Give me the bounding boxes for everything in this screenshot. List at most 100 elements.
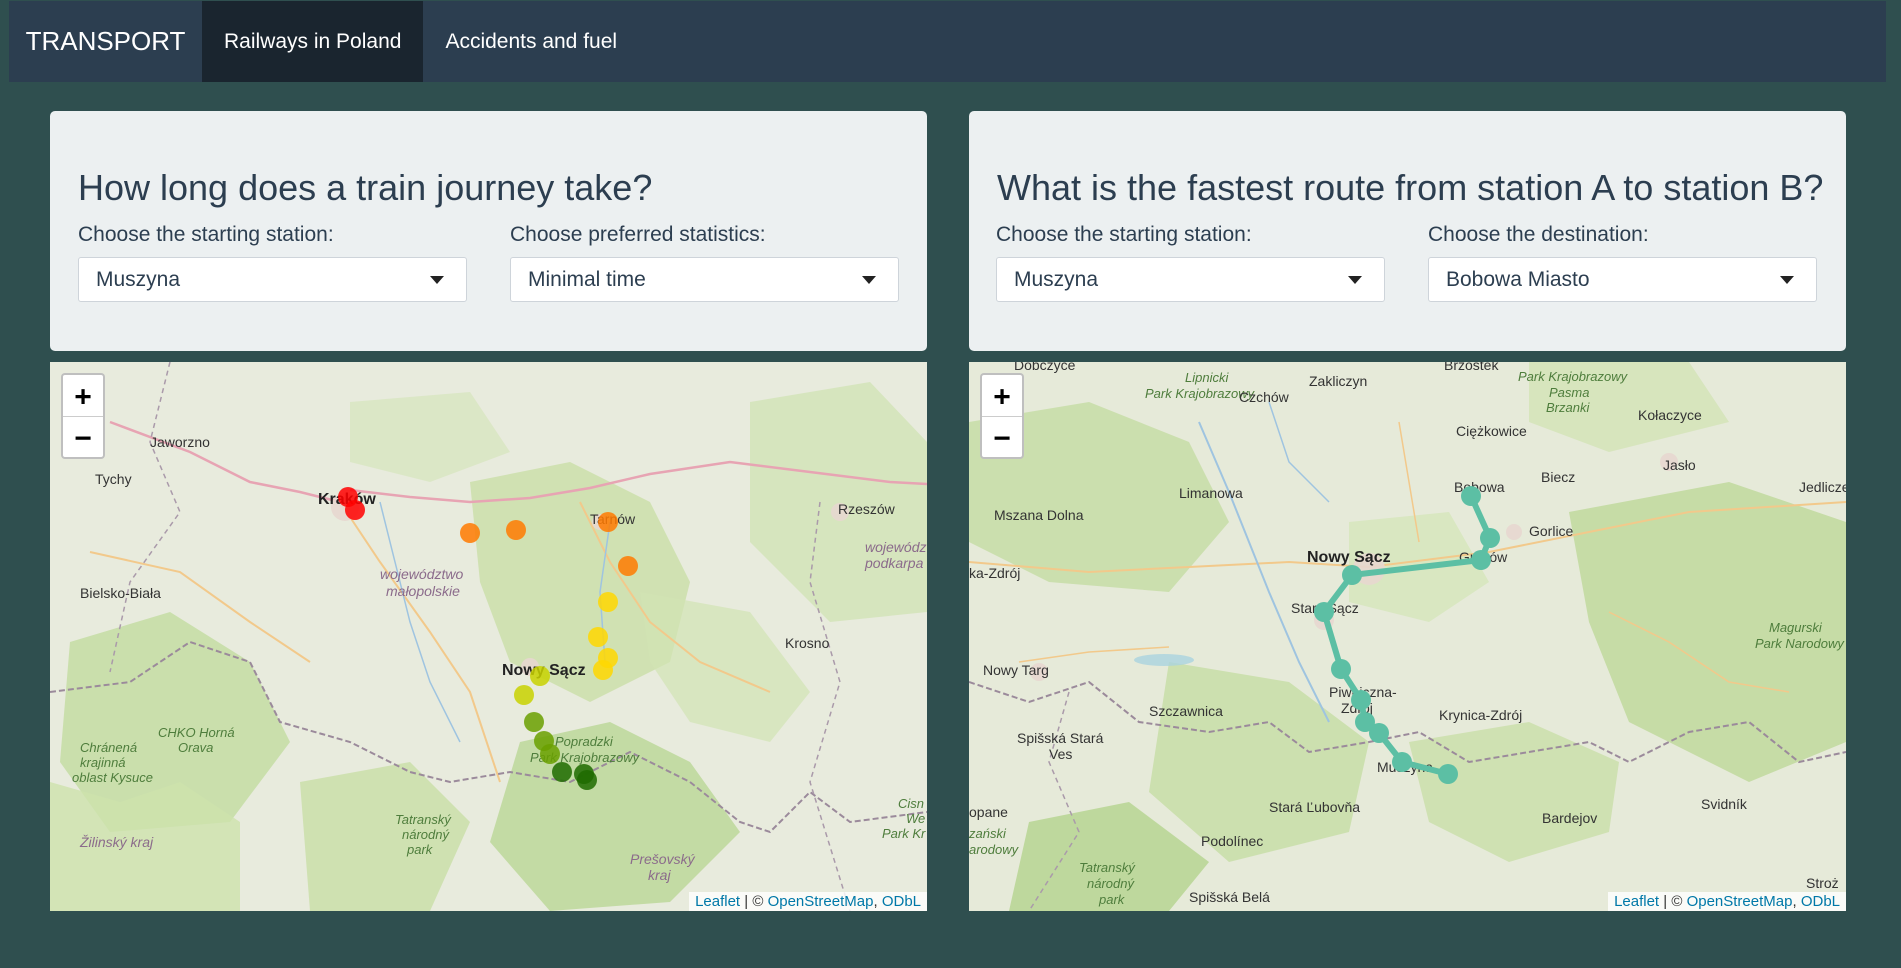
place-label: Krynica-Zdrój — [1439, 707, 1522, 723]
place-label: Spišská Belá — [1189, 889, 1270, 905]
park-label: park — [1098, 892, 1126, 907]
station-marker[interactable] — [593, 660, 613, 680]
openstreetmap-link[interactable]: OpenStreetMap — [1687, 893, 1793, 910]
station-marker[interactable] — [598, 512, 618, 532]
place-label: Jedlicze — [1799, 479, 1846, 495]
start-station-select[interactable]: Muszyna — [78, 257, 467, 302]
park-label: Lipnicki — [1185, 370, 1229, 385]
place-label: Czchów — [1239, 389, 1290, 405]
place-label: Brzostek — [1444, 362, 1499, 373]
station-marker[interactable] — [506, 520, 526, 540]
park-label: Park Narodowy — [1755, 636, 1845, 651]
region-label: Žilinský kraj — [79, 834, 154, 850]
place-label: ka-Zdrój — [969, 565, 1020, 581]
odbl-link[interactable]: ODbL — [882, 893, 921, 910]
route-station-marker[interactable] — [1392, 752, 1412, 772]
place-label: Podolínec — [1201, 833, 1263, 849]
park-label: Park Kr — [882, 826, 926, 841]
route-station-marker[interactable] — [1369, 723, 1389, 743]
station-marker[interactable] — [574, 764, 594, 784]
place-label: Mszana Dolna — [994, 507, 1084, 523]
region-label: kraj — [648, 867, 671, 883]
leaflet-link[interactable]: Leaflet — [695, 893, 740, 910]
map-attribution: Leaflet | © OpenStreetMap, ODbL — [689, 892, 927, 911]
zoom-in-button[interactable]: + — [982, 375, 1022, 417]
route-start-station-label: Choose the starting station: — [996, 223, 1252, 246]
park-label: oblast Kysuce — [72, 770, 153, 785]
park-label: We — [906, 811, 925, 826]
map-labels-right: Dobczyce Lipnicki Park Krajobrazowy Zakl… — [969, 362, 1846, 907]
place-label: opane — [969, 804, 1008, 820]
journey-time-title: How long does a train journey take? — [78, 167, 653, 208]
route-station-marker[interactable] — [1461, 486, 1481, 506]
statistics-select[interactable]: Minimal time — [510, 257, 899, 302]
zoom-out-button[interactable]: − — [982, 417, 1022, 458]
odbl-link[interactable]: ODbL — [1801, 893, 1840, 910]
station-marker[interactable] — [530, 666, 550, 686]
leaflet-link[interactable]: Leaflet — [1614, 893, 1659, 910]
place-label: Stroż — [1806, 875, 1839, 891]
fastest-route-panel: What is the fastest route from station A… — [969, 111, 1846, 351]
park-label: Popradzki — [555, 734, 614, 749]
station-marker[interactable] — [552, 762, 572, 782]
zoom-in-button[interactable]: + — [63, 375, 103, 417]
place-label: Zakliczyn — [1309, 373, 1367, 389]
place-label: Jaworzno — [150, 434, 210, 450]
park-label: Tatranský — [395, 812, 452, 827]
park-label: CHKO Horná — [158, 725, 235, 740]
station-marker[interactable] — [540, 744, 560, 764]
station-marker[interactable] — [514, 685, 534, 705]
route-station-marker[interactable] — [1471, 550, 1491, 570]
openstreetmap-link[interactable]: OpenStreetMap — [768, 893, 874, 910]
park-label: národný — [1087, 876, 1135, 891]
route-start-station-value: Muszyna — [1014, 267, 1099, 291]
station-marker[interactable] — [588, 627, 608, 647]
place-label: Spišská Stará — [1017, 730, 1104, 746]
park-label: národný — [402, 827, 450, 842]
zoom-out-button[interactable]: − — [63, 417, 103, 458]
route-start-station-select[interactable]: Muszyna — [996, 257, 1385, 302]
station-marker[interactable] — [524, 712, 544, 732]
station-marker[interactable] — [598, 592, 618, 612]
tab-accidents-and-fuel[interactable]: Accidents and fuel — [423, 1, 639, 82]
route-station-marker[interactable] — [1480, 528, 1500, 548]
place-label: Gorlice — [1529, 523, 1574, 539]
navbar-brand[interactable]: TRANSPORT — [9, 1, 202, 82]
destination-select[interactable]: Bobowa Miasto — [1428, 257, 1817, 302]
caret-down-icon — [1780, 276, 1794, 284]
station-marker[interactable] — [618, 556, 638, 576]
destination-value: Bobowa Miasto — [1446, 267, 1590, 291]
zoom-control: + − — [61, 373, 105, 459]
start-station-value: Muszyna — [96, 267, 181, 291]
park-label: Pasma — [1549, 385, 1589, 400]
destination-label: Choose the destination: — [1428, 223, 1649, 246]
route-station-marker[interactable] — [1331, 659, 1351, 679]
station-marker[interactable] — [345, 500, 365, 520]
journey-time-map[interactable]: Jaworzno Tychy Kraków Tarnów Rzeszów woj… — [50, 362, 927, 911]
park-label: Orava — [178, 740, 213, 755]
caret-down-icon — [1348, 276, 1362, 284]
fastest-route-map[interactable]: Dobczyce Lipnicki Park Krajobrazowy Zakl… — [969, 362, 1846, 911]
park-label: Park Krajobrazowy — [1518, 369, 1629, 384]
park-label: Cisn — [898, 796, 924, 811]
place-label: Jasło — [1663, 457, 1696, 473]
park-label: krajinná — [80, 755, 126, 770]
route-station-marker[interactable] — [1351, 690, 1371, 710]
park-label: park — [406, 842, 434, 857]
caret-down-icon — [430, 276, 444, 284]
place-label: Bielsko-Biała — [80, 585, 161, 601]
park-label: Brzanki — [1546, 400, 1590, 415]
station-marker[interactable] — [460, 523, 480, 543]
place-label: Ves — [1049, 746, 1072, 762]
route-station-marker[interactable] — [1342, 565, 1362, 585]
route-station-marker[interactable] — [1438, 764, 1458, 784]
place-label: Tychy — [95, 471, 132, 487]
park-label: Magurski — [1769, 620, 1823, 635]
top-navbar: TRANSPORT Railways in Poland Accidents a… — [9, 1, 1886, 82]
route-line — [1321, 494, 1493, 777]
route-station-marker[interactable] — [1314, 602, 1334, 622]
journey-time-panel: How long does a train journey take? Choo… — [50, 111, 927, 351]
tab-railways-in-poland[interactable]: Railways in Poland — [202, 1, 424, 82]
park-label: arodowy — [969, 842, 1020, 857]
place-label: Stará Ľubovňa — [1269, 799, 1360, 815]
